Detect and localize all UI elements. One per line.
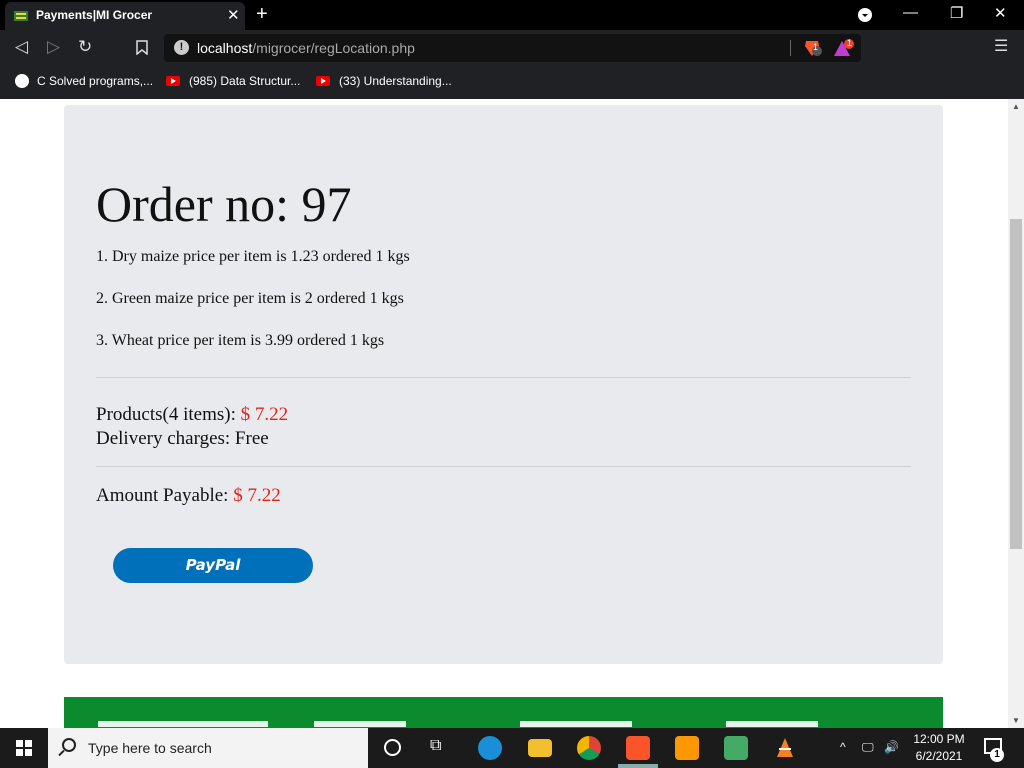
url-host: localhost (197, 40, 253, 56)
shield-count: 1 (813, 42, 819, 52)
volume-icon[interactable]: 🔊 (884, 740, 899, 754)
amount-payable: Amount Payable: $ 7.22 (96, 485, 281, 507)
brave-shield-icon[interactable] (802, 38, 822, 58)
footer-link[interactable] (98, 721, 268, 727)
bookmark-item[interactable]: (33) Understanding... (339, 74, 452, 88)
order-summary-card: Order no: 97 1. Dry maize price per item… (64, 105, 943, 664)
bookmark-icon[interactable] (136, 40, 148, 55)
amount-label: Amount Payable: (96, 485, 234, 506)
snipping-icon[interactable] (724, 736, 748, 760)
reload-button[interactable]: ↻ (78, 37, 92, 57)
scroll-thumb[interactable] (1010, 219, 1022, 549)
youtube-icon (166, 76, 180, 86)
divider (96, 377, 911, 378)
amount-price: $ 7.22 (233, 485, 281, 506)
windows-taskbar: Type here to search ⧉ ^ 🖵 🔊 12:00 PM 6/2… (0, 728, 1024, 768)
forward-button[interactable]: ▷ (47, 37, 60, 57)
bookmarks-bar: C Solved programs,... (985) Data Structu… (0, 66, 1024, 99)
network-icon[interactable]: 🖵 (862, 740, 874, 755)
site-info-icon[interactable]: ! (174, 40, 189, 55)
sublime-icon[interactable] (675, 736, 699, 760)
search-placeholder: Type here to search (88, 740, 212, 756)
active-app-indicator (618, 764, 658, 768)
minimize-button[interactable]: — (903, 4, 918, 21)
footer-link[interactable] (520, 721, 632, 727)
grocer-favicon-icon (14, 11, 28, 21)
taskbar-search[interactable]: Type here to search (48, 728, 368, 768)
globe-icon (15, 74, 29, 88)
order-title: Order no: 97 (96, 176, 352, 232)
youtube-icon (316, 76, 330, 86)
tab-search-icon[interactable] (857, 7, 873, 23)
windows-start-icon[interactable] (16, 740, 32, 756)
clock-time: 12:00 PM (913, 732, 965, 746)
brave-icon[interactable] (626, 736, 650, 760)
scroll-up-icon[interactable]: ▲ (1012, 102, 1020, 111)
new-tab-button[interactable]: + (256, 3, 268, 26)
page-viewport: Order no: 97 1. Dry maize price per item… (0, 99, 1008, 728)
rewards-count: 1 (847, 38, 853, 48)
chrome-icon[interactable] (577, 736, 601, 760)
order-item: 1. Dry maize price per item is 1.23 orde… (96, 248, 410, 265)
products-price: $ 7.22 (240, 404, 289, 425)
browser-tab[interactable]: Payments|MI Grocer ✕ (5, 2, 245, 30)
bookmark-item[interactable]: (985) Data Structur... (189, 74, 300, 88)
browser-titlebar: Payments|MI Grocer ✕ + — ❐ ✕ (0, 0, 1024, 30)
address-separator (790, 40, 791, 56)
edge-icon[interactable] (478, 736, 502, 760)
task-view-icon[interactable]: ⧉ (430, 737, 441, 755)
order-item: 3. Wheat price per item is 3.99 ordered … (96, 332, 385, 349)
browser-toolbar: ◁ ▷ ↻ ! localhost/migrocer/regLocation.p… (0, 30, 1024, 66)
cortana-icon[interactable] (384, 739, 401, 756)
page-scrollbar[interactable]: ▲ ▼ (1008, 99, 1024, 728)
scroll-down-icon[interactable]: ▼ (1012, 716, 1020, 725)
order-item: 2. Green maize price per item is 2 order… (96, 290, 404, 307)
footer-link[interactable] (726, 721, 818, 727)
address-bar[interactable]: ! localhost/migrocer/regLocation.php 1 1 (164, 34, 861, 62)
footer-link[interactable] (314, 721, 406, 727)
menu-icon[interactable]: ☰ (994, 36, 1008, 56)
url-text: localhost/migrocer/regLocation.php (197, 40, 415, 56)
paypal-button[interactable]: PayPal (113, 548, 313, 583)
products-label: Products(4 items): (96, 404, 241, 425)
footer-nav (64, 697, 943, 728)
close-window-button[interactable]: ✕ (994, 4, 1007, 22)
file-explorer-icon[interactable] (528, 739, 552, 757)
search-icon (62, 738, 76, 752)
delivery-charges: Delivery charges: Free (96, 428, 269, 449)
restore-button[interactable]: ❐ (950, 4, 963, 22)
back-button[interactable]: ◁ (15, 37, 28, 57)
bookmark-item[interactable]: C Solved programs,... (37, 74, 153, 88)
products-total: Products(4 items): $ 7.22 (96, 404, 288, 426)
clock-date: 6/2/2021 (915, 749, 963, 763)
divider (96, 466, 911, 467)
notification-badge: 1 (990, 748, 1004, 762)
vlc-icon[interactable] (773, 736, 797, 760)
tab-close-icon[interactable]: ✕ (227, 6, 240, 24)
show-hidden-icons[interactable]: ^ (840, 740, 846, 754)
tab-title: Payments|MI Grocer (36, 8, 153, 22)
url-path: /migrocer/regLocation.php (252, 40, 415, 56)
system-clock[interactable]: 12:00 PM 6/2/2021 (908, 731, 970, 765)
